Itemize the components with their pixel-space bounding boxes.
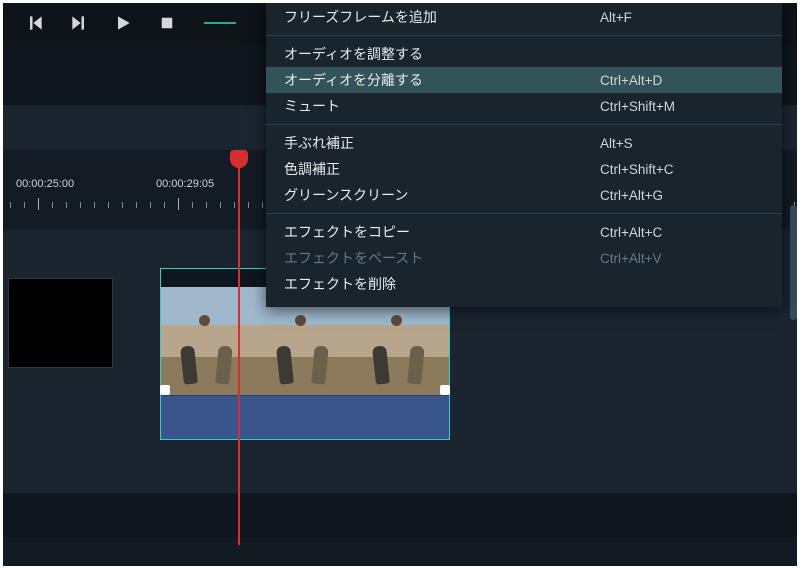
playhead-cap[interactable]: [230, 150, 248, 168]
menu-item-detach-audio[interactable]: オーディオを分離する Ctrl+Alt+D: [266, 67, 782, 93]
menu-item-freeze-frame[interactable]: フリーズフレームを追加 Alt+F: [266, 4, 782, 30]
menu-item-shortcut: Ctrl+Alt+D: [600, 73, 760, 88]
clip-trim-handle-right[interactable]: [440, 385, 450, 395]
menu-item-label: エフェクトを削除: [284, 274, 600, 294]
menu-item-label: 色調補正: [284, 159, 600, 179]
menu-item-mute[interactable]: ミュート Ctrl+Shift+M: [266, 93, 782, 119]
menu-item-label: エフェクトをペースト: [284, 248, 600, 268]
scrollbar-thumb[interactable]: [790, 205, 797, 320]
play-button[interactable]: [112, 12, 134, 34]
menu-item-color-correction[interactable]: 色調補正 Ctrl+Shift+C: [266, 156, 782, 182]
next-frame-button[interactable]: [68, 12, 90, 34]
menu-item-stabilize[interactable]: 手ぶれ補正 Alt+S: [266, 130, 782, 156]
menu-item-label: 手ぶれ補正: [284, 133, 600, 153]
clip-trim-handle-left[interactable]: [160, 385, 170, 395]
clip-audio-lane[interactable]: [161, 395, 449, 439]
menu-item-shortcut: Ctrl+Shift+C: [600, 162, 760, 177]
menu-item-green-screen[interactable]: グリーンスクリーン Ctrl+Alt+G: [266, 182, 782, 208]
menu-separator: [266, 124, 782, 125]
playhead[interactable]: [238, 152, 240, 545]
menu-item-label: エフェクトをコピー: [284, 222, 600, 242]
menu-item-label: ミュート: [284, 96, 600, 116]
timeline-lower-strip: [0, 493, 800, 537]
menu-item-label: グリーンスクリーン: [284, 185, 600, 205]
menu-separator: [266, 35, 782, 36]
timeline-bottom-bar: [0, 537, 800, 569]
ruler-timecode: 00:00:29:05: [156, 178, 214, 190]
menu-item-adjust-audio[interactable]: オーディオを調整する: [266, 41, 782, 67]
menu-item-shortcut: Alt+F: [600, 10, 760, 25]
vertical-scrollbar[interactable]: [790, 130, 797, 530]
clip-black[interactable]: [8, 278, 113, 368]
menu-item-delete-effects[interactable]: エフェクトを削除: [266, 271, 782, 297]
stop-button[interactable]: [156, 12, 178, 34]
menu-item-paste-effects: エフェクトをペースト Ctrl+Alt+V: [266, 245, 782, 271]
accent-dash: [204, 22, 236, 24]
menu-item-shortcut: Ctrl+Alt+V: [600, 251, 760, 266]
menu-item-label: オーディオを調整する: [284, 44, 600, 64]
menu-item-copy-effects[interactable]: エフェクトをコピー Ctrl+Alt+C: [266, 219, 782, 245]
context-menu: フリーズフレームを追加 Alt+F オーディオを調整する オーディオを分離する …: [266, 0, 782, 307]
menu-item-shortcut: Alt+S: [600, 136, 760, 151]
menu-item-label: フリーズフレームを追加: [284, 7, 600, 27]
menu-separator: [266, 213, 782, 214]
ruler-timecode: 00:00:25:00: [16, 178, 74, 190]
prev-frame-button[interactable]: [24, 12, 46, 34]
menu-item-shortcut: Ctrl+Shift+M: [600, 99, 760, 114]
menu-item-shortcut: Ctrl+Alt+C: [600, 225, 760, 240]
menu-item-shortcut: Ctrl+Alt+G: [600, 188, 760, 203]
menu-item-label: オーディオを分離する: [284, 70, 600, 90]
